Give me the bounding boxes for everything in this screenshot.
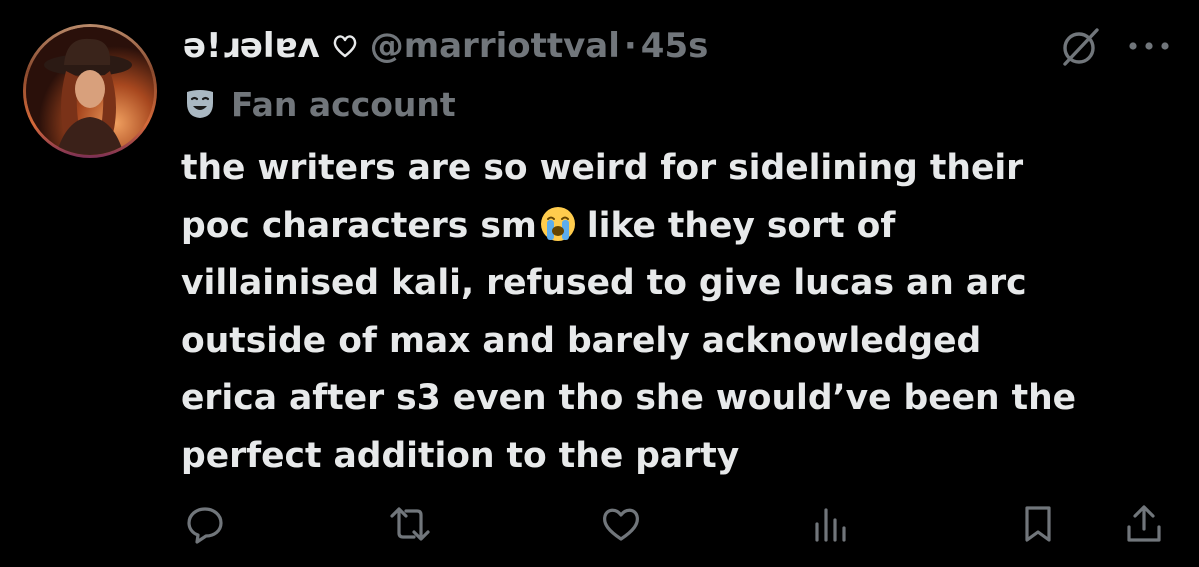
tweet-line: outside of max and barely acknowledged [181,320,982,361]
retweet-icon[interactable] [388,502,432,546]
avatar-image [26,27,154,155]
tweet-line-part: like they sort of [586,205,896,246]
separator-dot: · [623,26,637,66]
avatar[interactable] [23,24,157,158]
bookmark-icon[interactable] [1016,502,1060,546]
more-icon[interactable] [1125,38,1173,54]
views-icon[interactable] [807,502,851,546]
handle[interactable]: @marriottval [370,26,620,66]
tweet-text: the writers are so weird for sidelining … [181,140,1181,485]
grok-icon[interactable] [1057,24,1103,70]
share-icon[interactable] [1122,502,1166,546]
tweet-line: villainised kali, refused to give lucas … [181,263,1027,303]
label-text: Fan account [231,84,456,124]
timestamp[interactable]: 45s [641,26,709,66]
tweet[interactable]: ǝ!ɹǝlɐʌ @marriottval · 45s Fan account t… [0,0,1199,567]
like-icon[interactable] [599,502,643,546]
display-name[interactable]: ǝ!ɹǝlɐʌ [183,26,320,66]
sparkle-heart-icon [330,31,360,61]
tweet-line: the writers are so weird for sidelining … [181,148,1024,188]
reply-icon[interactable] [183,502,227,546]
tweet-line: erica after s3 even tho she would’ve bee… [181,378,1077,418]
account-label[interactable]: Fan account [183,80,456,128]
action-bar [0,496,1199,552]
tweet-line: perfect addition to the party [181,435,740,476]
tweet-line: poc characters sm like they sort of [181,198,1181,256]
theater-mask-icon [183,87,217,121]
tweet-line-part: poc characters sm [181,205,537,246]
loudly-crying-face-emoji [539,204,577,242]
tweet-header: ǝ!ɹǝlɐʌ @marriottval · 45s [183,20,708,72]
